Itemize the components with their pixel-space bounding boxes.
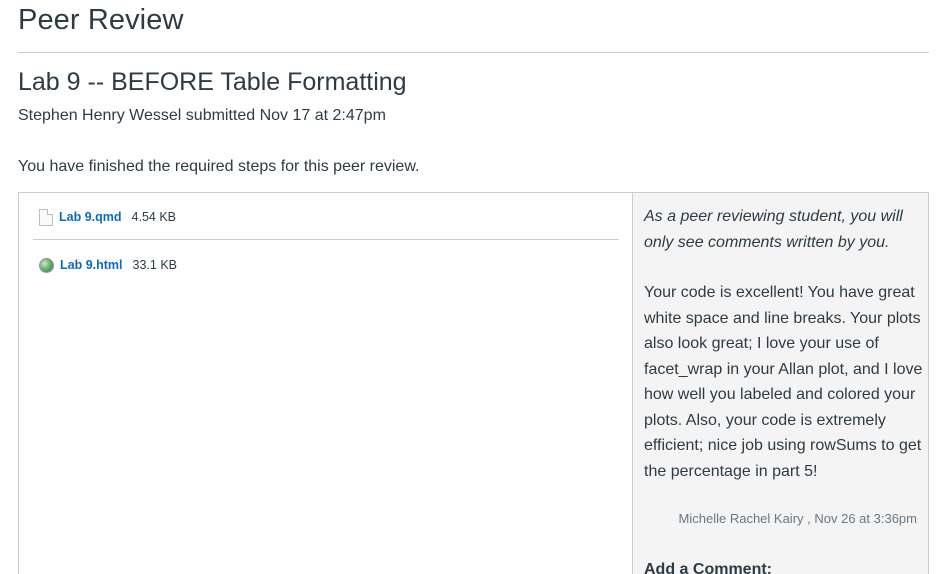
file-link[interactable]: Lab 9.qmd xyxy=(59,210,122,224)
file-size: 33.1 KB xyxy=(132,258,177,272)
file-size: 4.54 KB xyxy=(131,210,176,224)
comment-date: , Nov 26 at 3:36pm xyxy=(807,511,917,526)
comments-sidebar: As a peer reviewing student, you will on… xyxy=(632,193,928,574)
comment-meta: Michelle Rachel Kairy , Nov 26 at 3:36pm xyxy=(679,511,917,526)
title-divider xyxy=(18,52,929,53)
assignment-title: Lab 9 -- BEFORE Table Formatting xyxy=(18,68,407,96)
file-item[interactable]: Lab 9.qmd 4.54 KB xyxy=(39,207,176,227)
submission-panel: Lab 9.qmd 4.54 KB Lab 9.html 33.1 KB As … xyxy=(18,192,929,574)
comment-author: Michelle Rachel Kairy xyxy=(678,511,804,526)
status-message: You have finished the required steps for… xyxy=(18,158,420,175)
comment-text: Your code is excellent! You have great w… xyxy=(644,284,923,480)
file-divider xyxy=(33,239,619,240)
file-item[interactable]: Lab 9.html 33.1 KB xyxy=(39,255,177,275)
submission-info: Stephen Henry Wessel submitted Nov 17 at… xyxy=(18,107,386,124)
file-list: Lab 9.qmd 4.54 KB Lab 9.html 33.1 KB xyxy=(19,193,632,574)
add-comment-label: Add a Comment: xyxy=(644,561,772,574)
file-link[interactable]: Lab 9.html xyxy=(60,258,123,272)
document-icon xyxy=(39,208,53,226)
peer-review-note: As a peer reviewing student, you will on… xyxy=(644,208,903,251)
page-title: Peer Review xyxy=(18,4,184,36)
globe-icon xyxy=(39,257,54,273)
